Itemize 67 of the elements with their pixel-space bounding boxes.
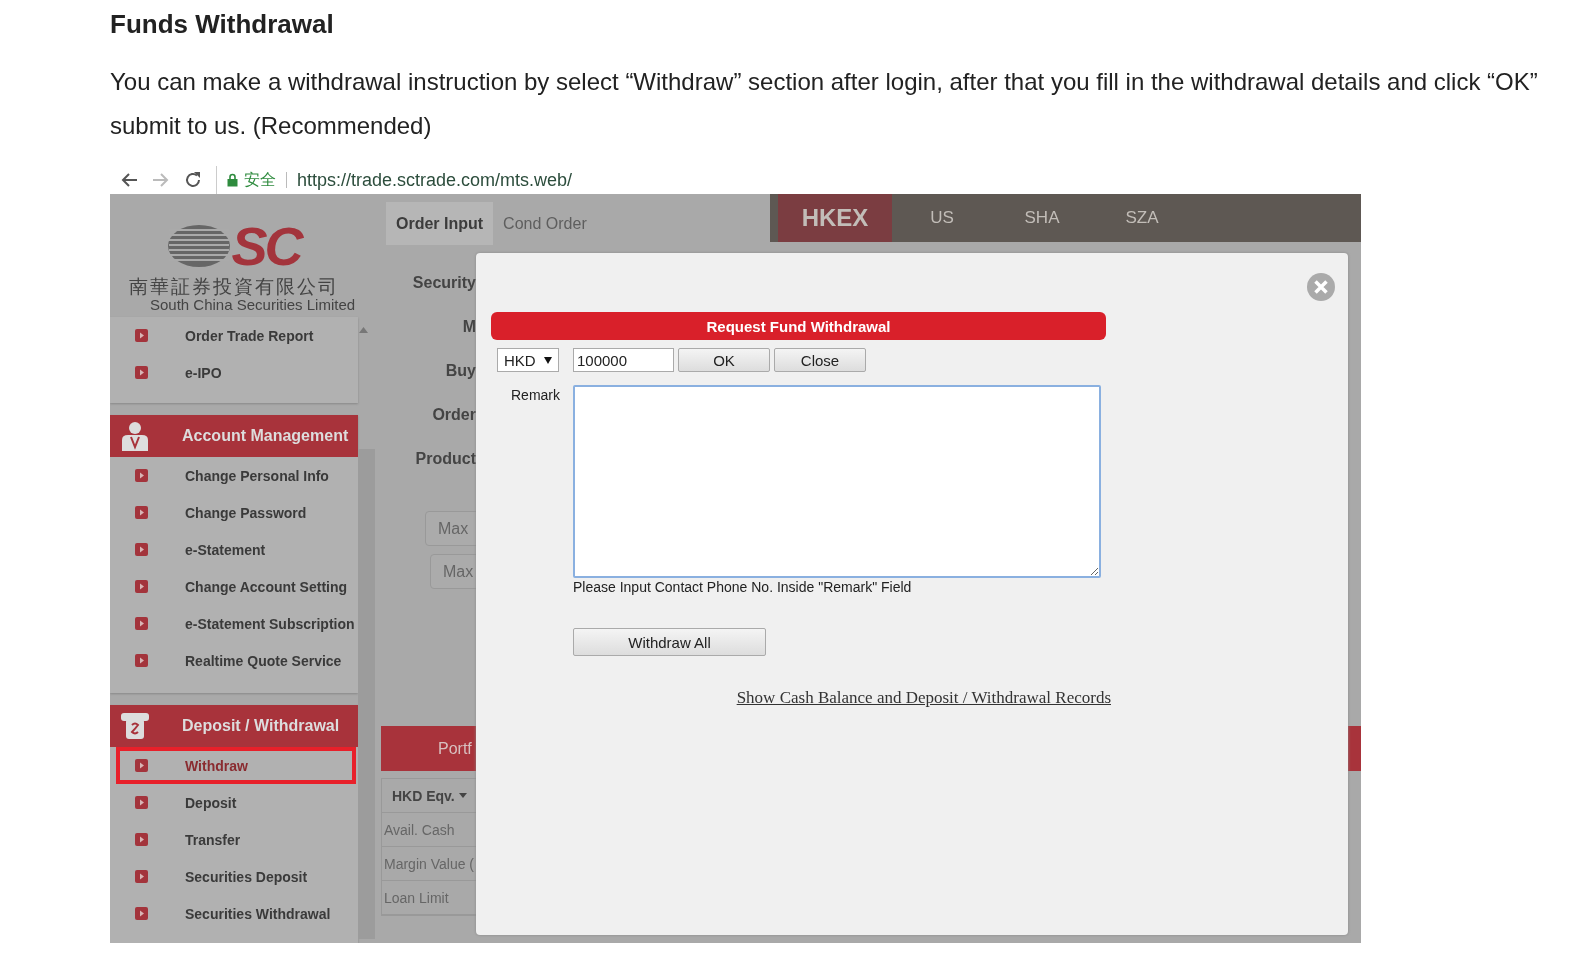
menu-item[interactable]: Change Account Setting	[110, 568, 358, 605]
person-icon	[120, 420, 150, 452]
play-square-icon	[135, 870, 148, 883]
form-label: Buy	[445, 361, 476, 381]
menu-item[interactable]: Order Trade Report	[110, 317, 358, 354]
amount-field[interactable]: 100000	[573, 348, 674, 372]
back-icon[interactable]	[120, 172, 138, 188]
close-button[interactable]: Close	[774, 348, 866, 372]
company-name-english: South China Securities Limited	[150, 297, 356, 313]
market-tab[interactable]: SHA	[992, 194, 1092, 242]
menu-section-header[interactable]: Account Management	[110, 415, 358, 457]
play-square-icon	[135, 543, 148, 556]
reload-icon[interactable]	[184, 171, 202, 189]
remark-label: Remark	[510, 386, 561, 405]
ok-button[interactable]: OK	[678, 348, 770, 372]
company-name-chinese: 南華証券投資有限公司	[129, 275, 339, 297]
order-tab[interactable]: Order Input	[386, 202, 494, 245]
menu-item[interactable]: Change Personal Info	[110, 457, 358, 494]
url-text: https://trade.sctrade.com/mts.web/	[297, 169, 573, 191]
menu-item[interactable]: Securities Withdrawal	[110, 895, 358, 932]
security-label: 安全	[244, 169, 276, 191]
play-square-icon	[135, 580, 148, 593]
form-label: Product	[415, 449, 476, 469]
play-square-icon	[135, 329, 148, 342]
form-label: M	[462, 317, 476, 337]
hint-text: Please Input Contact Phone No. Inside "Remark" Field	[573, 579, 913, 595]
market-tab[interactable]: HKEX	[778, 194, 892, 242]
play-square-icon	[135, 469, 148, 482]
play-square-icon	[135, 833, 148, 846]
withdraw-all-button[interactable]: Withdraw All	[573, 628, 766, 656]
caret-icon	[458, 793, 467, 798]
scroll-up-icon[interactable]	[359, 327, 368, 333]
page-heading: Funds Withdrawal	[110, 8, 335, 41]
instruction-paragraph: You can make a withdrawal instruction by select “Withdraw” section after login, after that you fill in the withdrawal details and click “OK” submit to us. (Recommended)	[110, 67, 1539, 141]
play-square-icon	[135, 654, 148, 667]
form-label: Security	[412, 273, 476, 293]
play-square-icon	[135, 796, 148, 809]
menu-item[interactable]: Realtime Quote Service	[110, 642, 358, 679]
menu-item[interactable]: Withdraw	[116, 747, 356, 784]
scrollbar[interactable]	[358, 449, 375, 939]
market-tab[interactable]: US	[892, 194, 992, 242]
currency-select[interactable]: HKD	[497, 348, 559, 372]
play-square-icon	[135, 759, 148, 772]
address-bar[interactable]: 安全 https://trade.sctrade.com/mts.web/	[216, 166, 573, 194]
dialog-title: Request Fund Withdrawal	[491, 312, 1106, 340]
order-tab[interactable]: Cond Order	[493, 202, 597, 245]
menu-item[interactable]: e-IPO	[110, 354, 358, 391]
logo-lettering: SC	[231, 221, 301, 271]
menu-item[interactable]: Deposit	[110, 784, 358, 821]
menu-item[interactable]: e-Statement	[110, 531, 358, 568]
menu-item[interactable]: Securities Deposit	[110, 858, 358, 895]
play-square-icon	[135, 907, 148, 920]
records-link[interactable]: Show Cash Balance and Deposit / Withdrawal Records	[736, 688, 1111, 708]
caret-icon	[544, 356, 552, 364]
menu-item[interactable]: e-Statement Subscription	[110, 605, 358, 642]
forward-icon[interactable]	[152, 172, 170, 188]
play-square-icon	[135, 506, 148, 519]
close-icon[interactable]	[1306, 272, 1336, 302]
play-square-icon	[135, 366, 148, 379]
form-label: Order	[432, 405, 476, 425]
play-square-icon	[135, 617, 148, 630]
menu-item[interactable]: Transfer	[110, 821, 358, 858]
remark-field[interactable]	[573, 385, 1101, 578]
menu-item[interactable]: Change Password	[110, 494, 358, 531]
lock-icon	[227, 173, 238, 187]
market-tab[interactable]: SZA	[1092, 194, 1192, 242]
menu-section-header[interactable]: Deposit / Withdrawal	[110, 705, 358, 747]
